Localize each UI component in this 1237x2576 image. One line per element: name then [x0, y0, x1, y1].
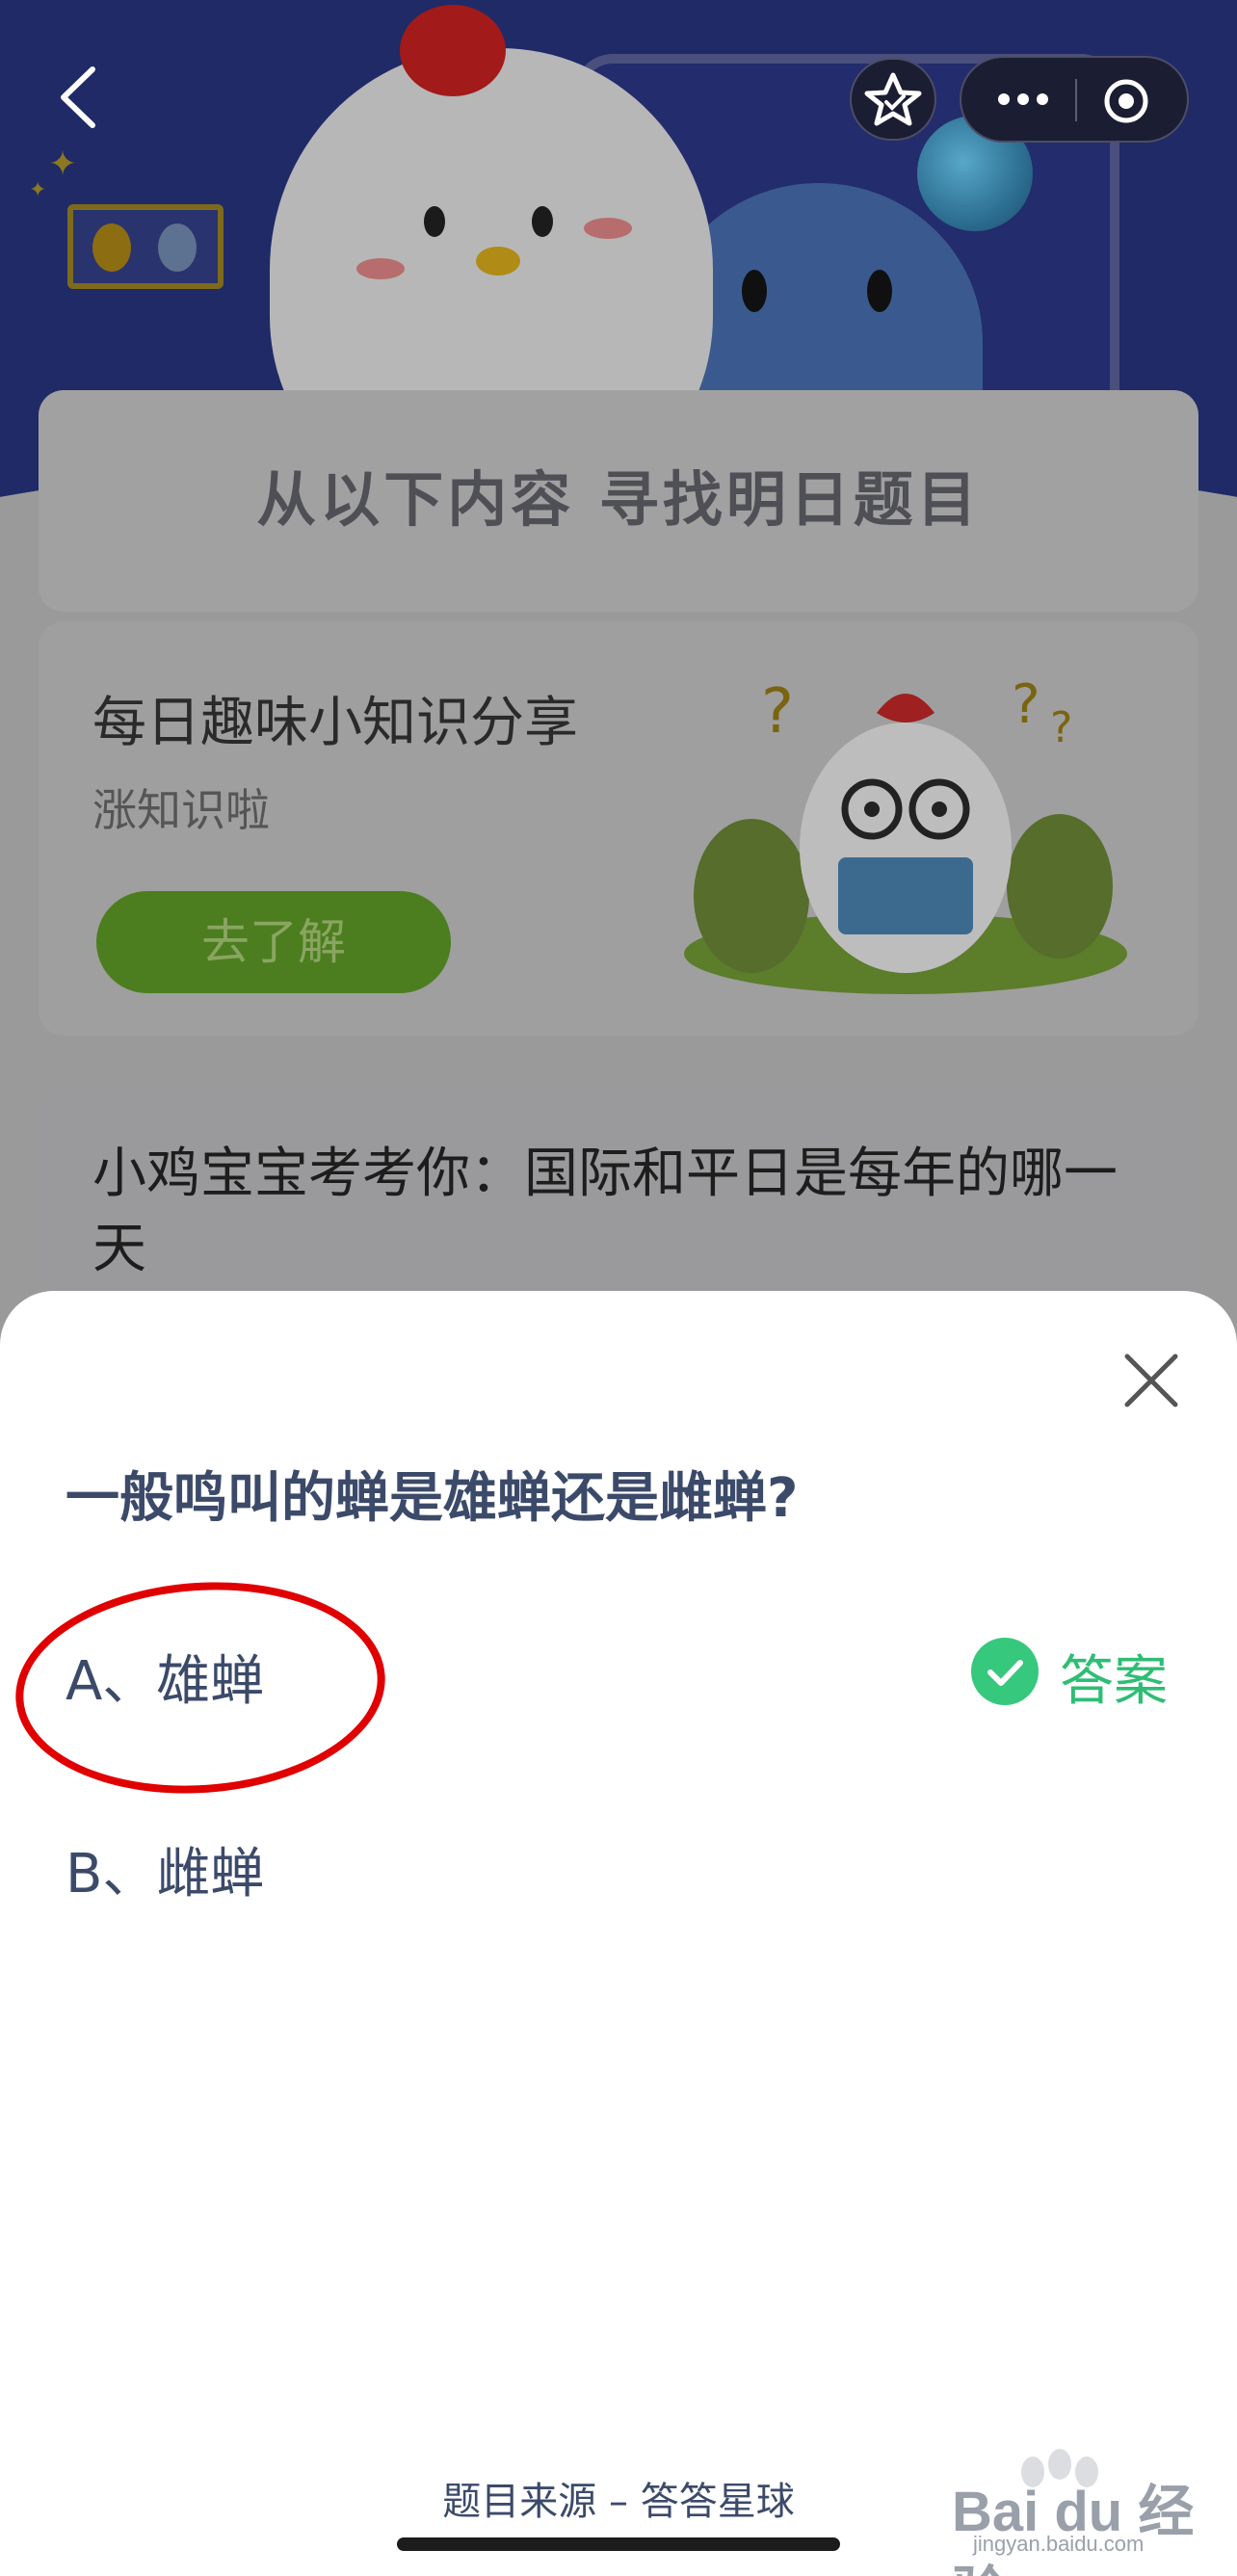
learn-more-button[interactable]: 去了解 — [96, 891, 451, 993]
sparkle-icon: ✦ — [29, 178, 47, 202]
svg-text:?: ? — [1012, 673, 1040, 736]
watermark-url: jingyan.baidu.com — [973, 2532, 1145, 2556]
chick-eye-left — [424, 206, 445, 237]
chick-beak — [476, 247, 520, 276]
sparkle-icon: ✦ — [48, 145, 78, 184]
chick-cheek — [584, 218, 632, 239]
target-icon[interactable] — [1102, 77, 1150, 125]
chick-cheek — [356, 258, 405, 279]
close-icon — [1124, 1354, 1178, 1407]
star-icon — [864, 72, 922, 126]
answer-label: 答案 — [1060, 1650, 1168, 1713]
check-icon — [971, 1638, 1039, 1705]
question-card-text: 小鸡宝宝考考你：国际和平日是每年的哪一天 — [92, 1143, 1118, 1280]
svg-text:?: ? — [1050, 703, 1072, 752]
quiz-question: 一般鸣叫的蝉是雄蝉还是雌蝉? — [66, 1467, 799, 1530]
chick-eye-right — [532, 206, 553, 237]
capsule-divider — [1075, 79, 1077, 121]
gold-medal-icon — [92, 223, 131, 272]
back-button[interactable] — [54, 64, 102, 131]
option-b[interactable]: B、雌蝉 — [66, 1830, 264, 1908]
favorite-button[interactable] — [850, 58, 936, 141]
svg-text:?: ? — [761, 676, 794, 748]
chick-comb — [400, 5, 506, 96]
alien-eye-right — [867, 270, 892, 312]
home-indicator[interactable] — [397, 2537, 840, 2551]
more-dots-icon[interactable] — [994, 87, 1052, 112]
section-title: 从以下内容 寻找明日题目 — [256, 464, 981, 535]
chevron-left-icon — [61, 66, 95, 128]
alien-eye-left — [742, 270, 767, 312]
close-button[interactable] — [1118, 1347, 1185, 1414]
watermark-text: Bai du 经验 — [952, 2481, 1195, 2576]
silver-medal-icon — [158, 223, 197, 272]
reading-chick-illustration: ? ? ? — [684, 673, 1127, 994]
medal-board-icon — [67, 204, 224, 289]
knowledge-card-subtitle: 涨知识啦 — [92, 784, 270, 836]
knowledge-card-title: 每日趣味小知识分享 — [92, 692, 578, 754]
capsule-menu — [960, 56, 1189, 143]
option-a[interactable]: A、雄蝉 — [66, 1638, 264, 1716]
